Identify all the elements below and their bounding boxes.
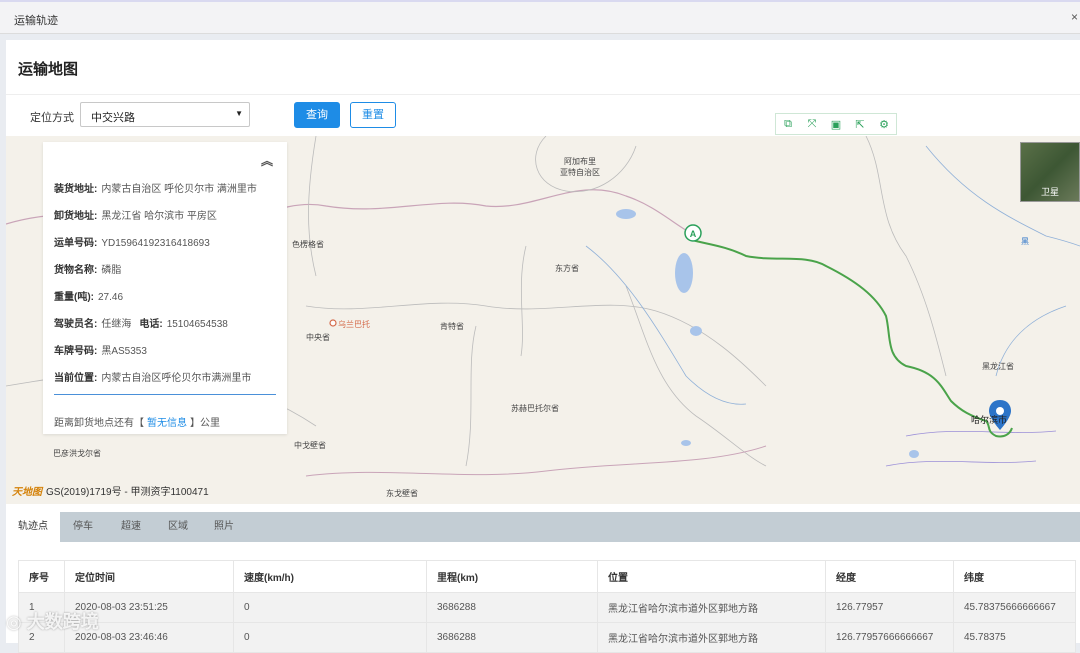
weight-row: 重量(吨): 27.46 — [54, 292, 124, 303]
copy-icon[interactable]: ⧉ — [776, 114, 800, 134]
table-cell: 0 — [233, 592, 427, 623]
main-panel: 运输地图 定位方式 中交兴路 ▼ 查询 重置 ⧉ ⤧ ▣ ⇱ ⚙ A 阿加布里 … — [6, 40, 1080, 653]
place-label: 阿加布里 — [564, 157, 596, 166]
tab-speeding[interactable]: 超速 — [106, 512, 156, 542]
page-title: 运输地图 — [18, 61, 79, 78]
goods-name-row: 货物名称: 磷脂 — [54, 265, 122, 276]
tab-parking[interactable]: 停车 — [60, 512, 106, 542]
track-points-table: 序号 定位时间 速度(km/h) 里程(km) 位置 经度 纬度 1 2020-… — [18, 560, 1076, 653]
table-cell: 黑龙江省哈尔滨市道外区郭地方路 — [597, 622, 826, 653]
plate-row: 车牌号码: 黑AS5353 — [54, 346, 147, 357]
save-icon[interactable]: ▣ — [824, 114, 848, 134]
unload-address-row: 卸货地址: 黑龙江省 哈尔滨市 平房区 — [54, 211, 217, 222]
table-cell: 3686288 — [426, 592, 598, 623]
window-title: 运输轨迹 — [14, 15, 58, 27]
fullscreen-icon[interactable]: ⤧ — [800, 114, 824, 134]
col-header[interactable]: 序号 — [18, 560, 65, 593]
tab-track-points[interactable]: 轨迹点 — [6, 512, 60, 542]
table-cell: 126.77957 — [825, 592, 954, 623]
table-cell: 45.78375 — [953, 622, 1076, 653]
map-brand-logo: 天地图 — [12, 487, 42, 498]
place-label: 乌兰巴托 — [338, 320, 370, 329]
place-label: 黑龙江省 — [982, 362, 1014, 371]
window-titlebar: 运输轨迹 × — [0, 0, 1080, 34]
table-row[interactable]: 2 2020-08-03 23:46:46 0 3686288 黑龙江省哈尔滨市… — [18, 622, 1076, 653]
place-label: 黑 — [1021, 237, 1029, 246]
detail-tabs: 轨迹点 停车 超速 区域 照片 — [6, 512, 1080, 542]
info-divider — [54, 394, 276, 395]
query-button[interactable]: 查询 — [294, 102, 340, 128]
place-label: 肯特省 — [440, 322, 464, 331]
place-label: 中央省 — [306, 333, 330, 342]
map-toolbar: ⧉ ⤧ ▣ ⇱ ⚙ — [775, 113, 897, 135]
place-label: 东方省 — [555, 264, 579, 273]
distance-value-link[interactable]: 暂无信息 — [147, 418, 187, 429]
col-header[interactable]: 定位时间 — [64, 560, 234, 593]
table-cell: 126.77957666666667 — [825, 622, 954, 653]
place-label: 中戈壁省 — [294, 441, 326, 450]
table-header-row: 序号 定位时间 速度(km/h) 里程(km) 位置 经度 纬度 — [18, 560, 1076, 593]
start-marker-label: A — [690, 229, 697, 239]
close-icon[interactable]: × — [1071, 10, 1078, 24]
table-cell: 3686288 — [426, 622, 598, 653]
positioning-label: 定位方式 — [30, 112, 74, 124]
waybill-number-row: 运单号码: YD15964192316418693 — [54, 238, 210, 249]
place-label: 亚特自治区 — [560, 168, 600, 177]
col-header[interactable]: 里程(km) — [426, 560, 598, 593]
table-row[interactable]: 1 2020-08-03 23:51:25 0 3686288 黑龙江省哈尔滨市… — [18, 592, 1076, 623]
tab-photos[interactable]: 照片 — [200, 512, 248, 542]
watermark-icon: ◎ — [6, 612, 22, 632]
map-copyright: 天地图 GS(2019)1719号 - 甲测资字1100471 — [12, 483, 209, 498]
satellite-label: 卫星 — [1041, 187, 1060, 197]
positioning-select-value: 中交兴路 — [91, 112, 135, 124]
place-label: 苏赫巴托尔省 — [511, 404, 559, 413]
table-cell: 45.78375666666667 — [953, 592, 1076, 623]
copyright-text: GS(2019)1719号 - 甲测资字1100471 — [46, 487, 209, 498]
place-label: 东戈壁省 — [386, 489, 418, 498]
collapse-icon[interactable]: ︽ — [261, 152, 273, 169]
positioning-select[interactable]: 中交兴路 ▼ — [80, 102, 250, 127]
current-location-row: 当前位置: 内蒙古自治区呼伦贝尔市满洲里市 — [54, 373, 252, 384]
settings-icon[interactable]: ⚙ — [872, 114, 896, 134]
export-icon[interactable]: ⇱ — [848, 114, 872, 134]
col-header[interactable]: 位置 — [597, 560, 826, 593]
col-header[interactable]: 经度 — [825, 560, 954, 593]
watermark-text: 大数跨境 — [26, 612, 99, 632]
waybill-info-panel: ︽ 装货地址: 内蒙古自治区 呼伦贝尔市 满洲里市 卸货地址: 黑龙江省 哈尔滨市 … — [43, 142, 287, 434]
satellite-toggle[interactable]: 卫星 — [1020, 142, 1080, 202]
tab-area[interactable]: 区域 — [156, 512, 200, 542]
watermark-logo: ◎ 大数跨境 — [6, 608, 99, 634]
header-divider — [6, 94, 1080, 95]
place-label: 哈尔滨市 — [971, 415, 1008, 425]
table-cell: 黑龙江省哈尔滨市道外区郭地方路 — [597, 592, 826, 623]
place-label: 巴彦洪戈尔省 — [53, 449, 101, 458]
distance-remaining: 距离卸货地点还有【 暂无信息 】公里 — [54, 418, 220, 429]
place-label: 色楞格省 — [292, 240, 324, 249]
load-address-row: 装货地址: 内蒙古自治区 呼伦贝尔市 满洲里市 — [54, 184, 257, 195]
col-header[interactable]: 速度(km/h) — [233, 560, 427, 593]
col-header[interactable]: 纬度 — [953, 560, 1076, 593]
reset-button[interactable]: 重置 — [350, 102, 396, 128]
driver-row: 驾驶员名: 任继海 电话: 15104654538 — [54, 319, 228, 330]
table-cell: 0 — [233, 622, 427, 653]
chevron-down-icon: ▼ — [235, 109, 243, 118]
